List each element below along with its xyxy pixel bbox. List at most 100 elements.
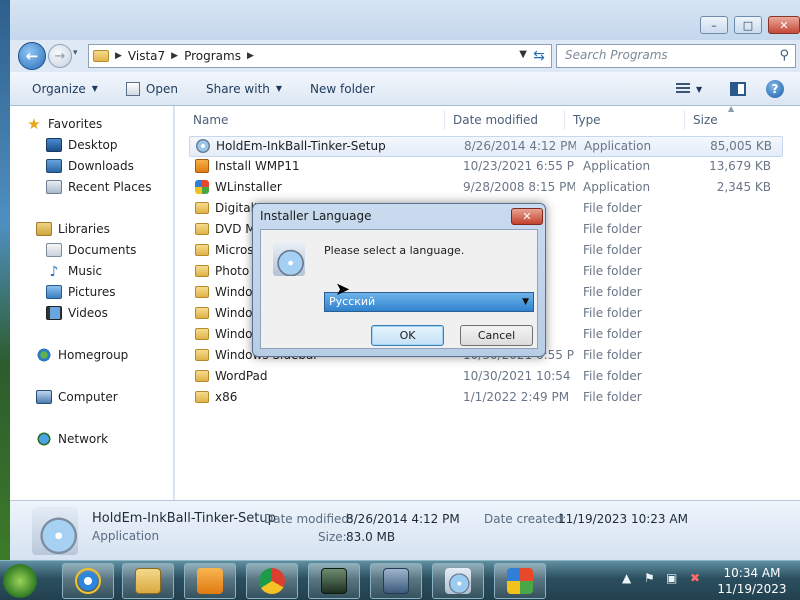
address-bar[interactable]: ▶ Vista7 ▶ Programs ▶ ▼ ⇆	[88, 44, 552, 68]
taskbar-windows-explorer[interactable]	[122, 563, 174, 599]
dialog-close-button[interactable]: ✕	[511, 208, 543, 225]
file-type: File folder	[583, 306, 642, 320]
action-center-flag-icon[interactable]: ⚑	[644, 571, 655, 585]
column-label: Date modified	[453, 113, 539, 127]
forward-button[interactable]: →	[48, 44, 72, 68]
taskbar-windows-app[interactable]	[494, 563, 546, 599]
preview-pane-button[interactable]	[730, 78, 750, 100]
downloads-icon	[46, 159, 62, 173]
show-hidden-icons-icon[interactable]: ▲	[622, 571, 631, 585]
details-size: 83.0 MB	[346, 530, 396, 544]
search-icon[interactable]: ⚲	[779, 48, 789, 63]
file-name: x86	[215, 390, 238, 404]
file-date: 9/28/2008 8:15 PM	[463, 180, 575, 194]
refresh-icon[interactable]: ⇆	[529, 46, 549, 66]
taskbar-media-player[interactable]	[184, 563, 236, 599]
details-date-created: 11/19/2023 10:23 AM	[558, 512, 688, 526]
file-type: File folder	[583, 390, 642, 404]
preview-pane-icon	[730, 82, 746, 96]
share-with-button[interactable]: Share with ▼	[200, 78, 288, 100]
new-folder-label: New folder	[310, 81, 375, 96]
file-type: File folder	[583, 243, 642, 257]
dialog-title: Installer Language	[260, 209, 372, 223]
taskbar-command-prompt[interactable]	[308, 563, 360, 599]
installer-icon	[273, 242, 305, 276]
change-view-button[interactable]: ▼	[676, 78, 720, 100]
volume-muted-icon[interactable]: ✖	[690, 571, 700, 585]
table-row[interactable]: Install WMP11 10/23/2021 6:55 PM Applica…	[189, 157, 783, 178]
taskbar-installer[interactable]	[432, 563, 484, 599]
breadcrumb-separator-icon[interactable]: ▶	[171, 51, 178, 61]
breadcrumb-separator-icon[interactable]: ▶	[247, 51, 254, 61]
table-row[interactable]: HoldEm-InkBall-Tinker-Setup 8/26/2014 4:…	[189, 136, 783, 157]
help-button[interactable]: ?	[766, 78, 786, 100]
documents-icon	[46, 243, 62, 257]
system-clock[interactable]: 10:34 AM 11/19/2023	[712, 565, 792, 597]
taskbar-chrome[interactable]	[246, 563, 298, 599]
file-size: 85,005 KB	[710, 139, 772, 153]
sidebar-label: Documents	[68, 243, 137, 257]
maximize-button[interactable]: □	[734, 16, 762, 34]
address-history-dropdown[interactable]: ▼	[519, 49, 527, 60]
chevron-down-icon: ▼	[696, 84, 703, 94]
chevron-down-icon: ▼	[522, 297, 529, 307]
sidebar-label: Recent Places	[68, 180, 152, 194]
folder-icon	[195, 328, 209, 340]
column-header-date-modified[interactable]: Date modified	[445, 110, 565, 130]
sidebar-label: Favorites	[48, 117, 103, 131]
back-button[interactable]: ←	[18, 42, 46, 70]
column-header-type[interactable]: Type	[565, 110, 685, 130]
forward-arrow-icon: →	[54, 48, 66, 64]
open-button[interactable]: Open	[120, 78, 184, 100]
column-label: Name	[193, 113, 229, 127]
file-type: File folder	[583, 222, 642, 236]
language-select[interactable]: Русский ▼	[324, 292, 534, 312]
column-label: Type	[573, 113, 601, 127]
table-row[interactable]: WLinstaller 9/28/2008 8:15 PM Applicatio…	[189, 178, 783, 199]
new-folder-button[interactable]: New folder	[304, 78, 381, 100]
folder-icon	[195, 202, 209, 214]
folder-icon	[195, 223, 209, 235]
start-button[interactable]	[0, 562, 40, 600]
search-input[interactable]: Search Programs ⚲	[556, 44, 796, 68]
organize-label: Organize	[32, 81, 86, 96]
table-row[interactable]: WordPad 10/30/2021 10:54 ... File folder	[189, 367, 783, 388]
folder-icon	[195, 265, 209, 277]
file-name: WLinstaller	[215, 180, 282, 194]
close-button[interactable]: ✕	[768, 16, 800, 34]
file-type: File folder	[583, 348, 642, 362]
file-date: 1/1/2022 2:49 PM	[463, 390, 570, 404]
file-name: Install WMP11	[215, 159, 300, 173]
open-label: Open	[145, 81, 178, 96]
chevron-down-icon: ▼	[91, 84, 98, 93]
folder-icon	[195, 370, 209, 382]
star-icon: ★	[27, 115, 41, 133]
sidebar-item-favorites[interactable]: ★ Favorites	[26, 114, 190, 134]
cancel-button[interactable]: Cancel	[460, 325, 533, 346]
dialog-message: Please select a language.	[324, 244, 465, 257]
internet-explorer-icon	[75, 568, 101, 594]
column-header-size[interactable]: Size	[685, 110, 785, 130]
wmp-icon	[195, 159, 209, 173]
share-with-label: Share with	[205, 81, 270, 96]
taskbar-internet-explorer[interactable]	[62, 563, 114, 599]
windows-logo-icon	[507, 568, 533, 594]
open-icon	[125, 81, 140, 96]
taskbar-keyboard-app[interactable]	[370, 563, 422, 599]
folder-icon	[195, 286, 209, 298]
details-pane: HoldEm-InkBall-Tinker-Setup Application …	[10, 500, 800, 560]
ok-button[interactable]: OK	[371, 325, 444, 346]
table-row[interactable]: x86 1/1/2022 2:49 PM File folder	[189, 388, 783, 409]
network-tray-icon[interactable]: ▣	[666, 571, 677, 585]
minimize-button[interactable]: –	[700, 16, 728, 34]
breadcrumb-vista7[interactable]: Vista7	[128, 49, 165, 63]
details-date-created-label: Date created:	[484, 512, 567, 526]
breadcrumb-separator-icon[interactable]: ▶	[115, 51, 122, 61]
recent-pages-dropdown[interactable]: ▾	[73, 48, 85, 62]
breadcrumb-programs[interactable]: Programs	[184, 49, 241, 63]
column-header-name[interactable]: Name	[185, 110, 445, 130]
organize-button[interactable]: Organize ▼	[26, 78, 104, 100]
sidebar-label: Desktop	[68, 138, 118, 152]
homegroup-icon	[36, 348, 52, 362]
details-file-kind: Application	[92, 529, 160, 543]
